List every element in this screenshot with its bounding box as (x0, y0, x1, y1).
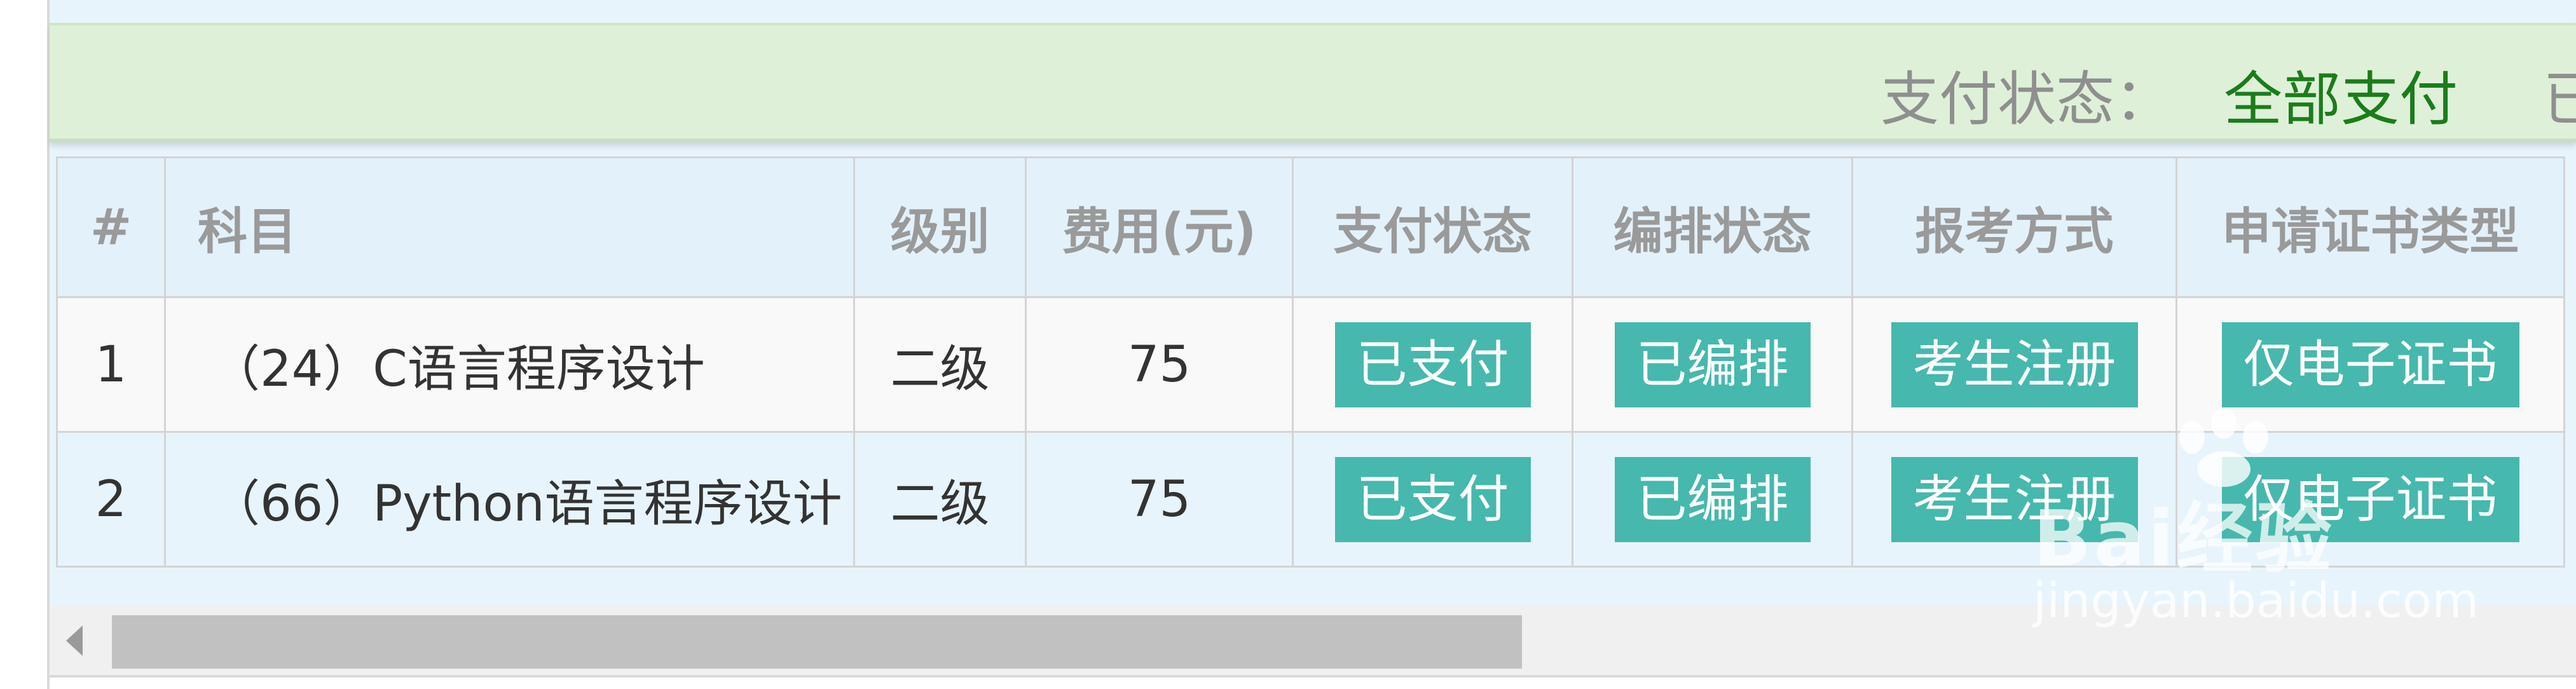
column-header-pay-status: 支付状态 (1292, 156, 1573, 298)
arrange-status-cell: 已编排 (1572, 296, 1853, 433)
register-method-cell: 考生注册 (1851, 296, 2177, 433)
subject-name: （24）C语言程序设计 (164, 296, 855, 433)
pay-status-badge: 已支付 (1334, 322, 1531, 407)
table-header-row: # 科目 级别 费用(元) 支付状态 编排状态 报考方式 申请证书类型 (56, 156, 2565, 298)
arrange-status-badge: 已编排 (1614, 322, 1811, 407)
horizontal-scrollbar[interactable] (50, 605, 2576, 675)
subject-level: 二级 (853, 296, 1027, 433)
left-edge (0, 0, 50, 689)
payment-status-filter-next[interactable]: 已 (2543, 52, 2576, 137)
registered-subjects-table: # 科目 级别 费用(元) 支付状态 编排状态 报考方式 申请证书类型 1 （2… (56, 156, 2565, 568)
column-header-arrange-status: 编排状态 (1572, 156, 1853, 298)
arrange-status-cell: 已编排 (1572, 431, 1853, 568)
scroll-left-arrow-icon[interactable] (66, 625, 83, 656)
column-header-fee: 费用(元) (1025, 156, 1294, 298)
column-header-subject: 科目 (164, 156, 855, 298)
exam-registration-panel: 支付状态： 全部支付 已 # 科目 级别 费用(元) 支付状态 编排状态 报考方… (50, 0, 2576, 689)
certificate-type-badge: 仅电子证书 (2221, 456, 2519, 542)
payment-filter-bar: 支付状态： 全部支付 已 (50, 23, 2576, 142)
pay-status-cell: 已支付 (1292, 296, 1573, 433)
certificate-type-cell: 仅电子证书 (2175, 296, 2565, 433)
subject-name: （66）Python语言程序设计 (164, 431, 855, 568)
page: 支付状态： 全部支付 已 # 科目 级别 费用(元) 支付状态 编排状态 报考方… (0, 0, 2576, 689)
column-header-index: # (56, 156, 166, 298)
subject-fee: 75 (1025, 431, 1294, 568)
certificate-type-badge: 仅电子证书 (2221, 322, 2519, 407)
pay-status-cell: 已支付 (1292, 431, 1573, 568)
panel-bottom-border (50, 675, 2576, 689)
pay-status-badge: 已支付 (1334, 456, 1531, 542)
table-row: 2 （66）Python语言程序设计 二级 75 已支付 已编排 考生注册 仅电… (56, 431, 2565, 568)
scrollbar-thumb[interactable] (112, 615, 1522, 669)
row-index: 1 (56, 296, 166, 433)
column-header-register-method: 报考方式 (1851, 156, 2177, 298)
column-header-certificate-type: 申请证书类型 (2175, 156, 2565, 298)
payment-status-filter-all[interactable]: 全部支付 (2224, 52, 2458, 137)
payment-status-filter-label: 支付状态： (1881, 65, 2174, 133)
subject-fee: 75 (1025, 296, 1294, 433)
subject-level: 二级 (853, 431, 1027, 568)
certificate-type-cell: 仅电子证书 (2175, 431, 2565, 568)
table-row: 1 （24）C语言程序设计 二级 75 已支付 已编排 考生注册 仅电子证书 (56, 296, 2565, 433)
register-method-badge: 考生注册 (1891, 456, 2138, 542)
register-method-cell: 考生注册 (1851, 431, 2177, 568)
row-index: 2 (56, 431, 166, 568)
column-header-level: 级别 (853, 156, 1027, 298)
register-method-badge: 考生注册 (1891, 322, 2138, 407)
arrange-status-badge: 已编排 (1614, 456, 1811, 542)
